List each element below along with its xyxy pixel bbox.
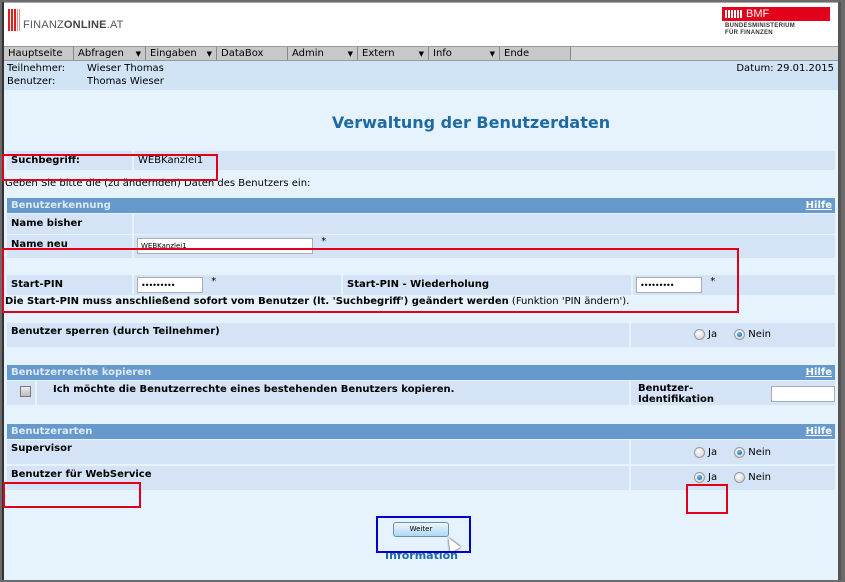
menu-admin[interactable]: Admin ▼ [288,47,358,60]
instruction-text: Geben Sie bitte die (zu ändernden) Daten… [5,178,311,189]
menu-ende[interactable]: Ende [500,47,571,60]
help-link[interactable]: Hilfe [806,365,835,380]
name-neu-input[interactable] [137,238,313,254]
header: FINANZONLINE.AT BMF BUNDESMINISTERIUM FÜR… [4,2,838,46]
help-link[interactable]: Hilfe [806,198,835,213]
menu-abfragen[interactable]: Abfragen ▼ [74,47,146,60]
weiter-button[interactable]: Weiter [393,522,449,537]
webservice-ja-radio[interactable] [694,472,705,483]
section-benutzerrechte: Benutzerrechte kopieren Hilfe [7,365,835,380]
teilnehmer-value: Wieser Thomas [87,63,164,74]
menu-extern[interactable]: Extern ▼ [358,47,429,60]
chevron-down-icon: ▼ [418,49,424,58]
eagle-icon [725,10,743,18]
search-value: WEBKanzlei1 [134,151,835,170]
pin-note: Die Start-PIN muss anschließend sofort v… [5,296,630,307]
supervisor-nein-radio[interactable] [734,447,746,458]
chevron-down-icon: ▼ [135,49,141,58]
date-display: Datum: 29.01.2015 [736,63,834,74]
webservice-row: Benutzer für WebService Ja Nein [7,466,835,490]
webservice-nein-radio[interactable] [734,472,746,483]
menu-info[interactable]: Info ▼ [429,47,500,60]
supervisor-row: Supervisor Ja Nein [7,440,835,464]
benutzer-value: Thomas Wieser [87,76,164,87]
browser-frame: FINANZONLINE.AT BMF BUNDESMINISTERIUM FÜR… [2,2,841,580]
session-info: Teilnehmer: Wieser Thomas Benutzer: Thomas… [4,61,838,90]
sperren-row: Benutzer sperren (durch Teilnehmer) Ja N… [7,323,835,347]
bmf-logo[interactable]: BMF BUNDESMINISTERIUM FÜR FINANZEN [722,7,830,37]
logo-bars-icon [8,9,20,31]
menu-eingaben[interactable]: Eingaben ▼ [146,47,217,60]
information-link[interactable]: Information [385,549,458,562]
sperren-ja-radio[interactable] [694,329,705,340]
section-benutzerarten: Benutzerarten Hilfe [7,424,835,439]
name-bisher-value [134,214,835,234]
page-title: Verwaltung der Benutzerdaten [331,113,611,132]
menu-hauptseite[interactable]: Hauptseite [4,47,74,60]
chevron-down-icon: ▼ [347,49,353,58]
finanzonline-logo[interactable]: FINANZONLINE.AT [8,9,124,31]
section-benutzerkennung: Benutzerkennung Hilfe [7,198,835,213]
benutzer-identifikation-input[interactable] [771,386,835,402]
supervisor-ja-radio[interactable] [694,447,705,458]
sperren-nein-radio[interactable] [734,329,746,340]
chevron-down-icon: ▼ [206,49,212,58]
help-link[interactable]: Hilfe [806,424,835,439]
search-row: Suchbegriff: WEBKanzlei1 [7,151,835,170]
chevron-down-icon: ▼ [489,49,495,58]
start-pin-input[interactable] [137,277,203,293]
main-menu: Hauptseite Abfragen ▼ Eingaben ▼ DataBox A… [4,46,838,61]
start-pin-repeat-input[interactable] [636,277,702,293]
menu-databox[interactable]: DataBox [217,47,288,60]
copy-rights-checkbox[interactable] [20,386,31,397]
